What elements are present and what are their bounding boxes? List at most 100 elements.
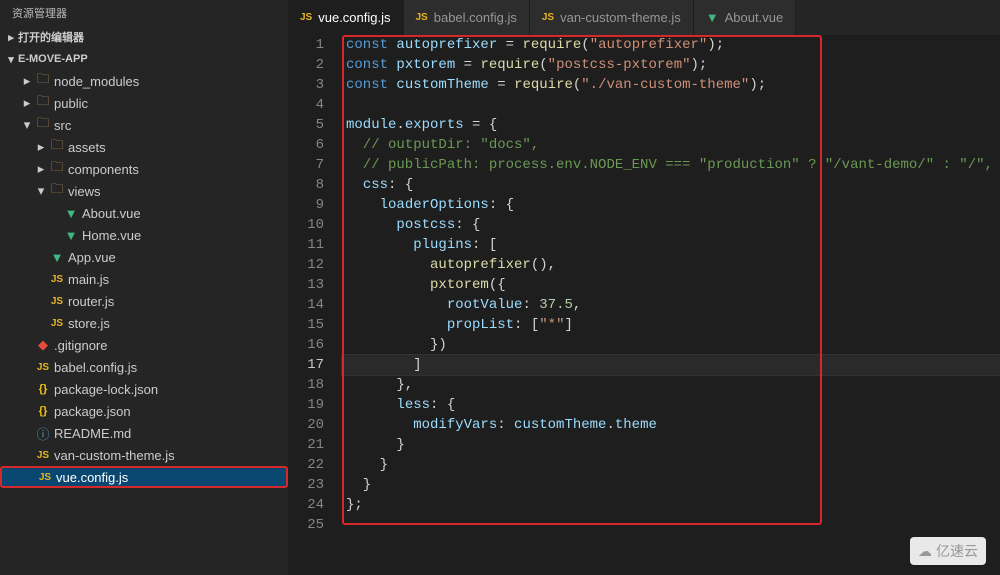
tree-item-label: assets	[68, 140, 106, 155]
line-number: 10	[288, 215, 324, 235]
code-line[interactable]: module.exports = {	[342, 115, 1000, 135]
code-line[interactable]: // publicPath: process.env.NODE_ENV === …	[342, 155, 1000, 175]
chevron-icon: ▾	[20, 117, 34, 133]
line-number: 20	[288, 415, 324, 435]
code-line[interactable]: }	[342, 455, 1000, 475]
code-line[interactable]: propList: ["*"]	[342, 315, 1000, 335]
line-number: 23	[288, 475, 324, 495]
tree-item-label: src	[54, 118, 71, 133]
code-line[interactable]: pxtorem({	[342, 275, 1000, 295]
line-number: 19	[288, 395, 324, 415]
tab-label: van-custom-theme.js	[560, 10, 681, 25]
chevron-icon: ▸	[34, 139, 48, 155]
file-item[interactable]: ▼About.vue	[0, 202, 288, 224]
code-line[interactable]: },	[342, 375, 1000, 395]
tree-item-label: package.json	[54, 404, 131, 419]
code-content[interactable]: const autoprefixer = require("autoprefix…	[338, 35, 1000, 575]
code-line[interactable]: // outputDir: "docs",	[342, 135, 1000, 155]
folder-item[interactable]: ▸🗀node_modules	[0, 70, 288, 92]
line-gutter: 1234567891011121314151617181920212223242…	[288, 35, 338, 575]
chevron-icon: ▸	[20, 95, 34, 111]
line-number: 4	[288, 95, 324, 115]
file-item[interactable]: ▼App.vue	[0, 246, 288, 268]
code-line[interactable]: less: {	[342, 395, 1000, 415]
tree-item-label: About.vue	[82, 206, 141, 221]
code-line[interactable]: }	[342, 475, 1000, 495]
file-item[interactable]: ◆.gitignore	[0, 334, 288, 356]
code-line[interactable]: };	[342, 495, 1000, 515]
code-line[interactable]	[342, 515, 1000, 535]
tree-item-label: public	[54, 96, 88, 111]
line-number: 16	[288, 335, 324, 355]
line-number: 3	[288, 75, 324, 95]
tab-label: babel.config.js	[434, 10, 517, 25]
tree-item-label: babel.config.js	[54, 360, 137, 375]
file-item[interactable]: ▼Home.vue	[0, 224, 288, 246]
folder-item[interactable]: ▸🗀components	[0, 158, 288, 180]
folder-item[interactable]: ▸🗀assets	[0, 136, 288, 158]
code-line[interactable]: css: {	[342, 175, 1000, 195]
tree-item-label: Home.vue	[82, 228, 141, 243]
code-line[interactable]: autoprefixer(),	[342, 255, 1000, 275]
code-line[interactable]: modifyVars: customTheme.theme	[342, 415, 1000, 435]
tree-item-label: vue.config.js	[56, 470, 128, 485]
code-line[interactable]: postcss: {	[342, 215, 1000, 235]
editor-tab[interactable]: ▼About.vue	[694, 0, 796, 35]
code-line[interactable]: const autoprefixer = require("autoprefix…	[342, 35, 1000, 55]
folder-item[interactable]: ▸🗀public	[0, 92, 288, 114]
tree-item-label: van-custom-theme.js	[54, 448, 175, 463]
code-line[interactable]: plugins: [	[342, 235, 1000, 255]
tree-item-label: .gitignore	[54, 338, 107, 353]
line-number: 1	[288, 35, 324, 55]
folder-item[interactable]: ▾🗀src	[0, 114, 288, 136]
file-item[interactable]: JSrouter.js	[0, 290, 288, 312]
code-line[interactable]: ]	[342, 355, 1000, 375]
code-line[interactable]: rootValue: 37.5,	[342, 295, 1000, 315]
watermark: ☁ 亿速云	[910, 537, 986, 565]
tree-item-label: components	[68, 162, 139, 177]
tree-item-label: views	[68, 184, 101, 199]
file-item[interactable]: JSmain.js	[0, 268, 288, 290]
tree-item-label: README.md	[54, 426, 131, 441]
explorer-sidebar: 资源管理器 ▸ 打开的编辑器 ▾ E-MOVE-APP ▸🗀node_modul…	[0, 0, 288, 575]
code-line[interactable]: }	[342, 435, 1000, 455]
line-number: 13	[288, 275, 324, 295]
line-number: 18	[288, 375, 324, 395]
file-item[interactable]: JSvan-custom-theme.js	[0, 444, 288, 466]
editor-tab[interactable]: JSvue.config.js	[288, 0, 404, 35]
file-tree: ▸🗀node_modules▸🗀public▾🗀src▸🗀assets▸🗀com…	[0, 70, 288, 575]
explorer-title: 资源管理器	[0, 0, 288, 26]
line-number: 22	[288, 455, 324, 475]
open-editors-label: 打开的编辑器	[18, 29, 84, 45]
cloud-icon: ☁	[918, 543, 932, 560]
file-item[interactable]: JSstore.js	[0, 312, 288, 334]
project-label: E-MOVE-APP	[18, 53, 88, 65]
line-number: 25	[288, 515, 324, 535]
line-number: 17	[288, 355, 324, 375]
tab-label: About.vue	[725, 10, 784, 25]
file-item[interactable]: {}package-lock.json	[0, 378, 288, 400]
code-line[interactable]: const pxtorem = require("postcss-pxtorem…	[342, 55, 1000, 75]
code-line[interactable]: const customTheme = require("./van-custo…	[342, 75, 1000, 95]
line-number: 9	[288, 195, 324, 215]
tree-item-label: package-lock.json	[54, 382, 158, 397]
editor-tab[interactable]: JSvan-custom-theme.js	[530, 0, 694, 35]
file-item[interactable]: {}package.json	[0, 400, 288, 422]
tree-item-label: node_modules	[54, 74, 139, 89]
folder-item[interactable]: ▾🗀views	[0, 180, 288, 202]
line-number: 5	[288, 115, 324, 135]
file-item[interactable]: JSvue.config.js	[0, 466, 288, 488]
editor-pane: JSvue.config.jsJSbabel.config.jsJSvan-cu…	[288, 0, 1000, 575]
tab-label: vue.config.js	[318, 10, 390, 25]
editor-tabs: JSvue.config.jsJSbabel.config.jsJSvan-cu…	[288, 0, 1000, 35]
editor-tab[interactable]: JSbabel.config.js	[404, 0, 530, 35]
line-number: 11	[288, 235, 324, 255]
file-item[interactable]: ⓘREADME.md	[0, 422, 288, 444]
code-line[interactable]: })	[342, 335, 1000, 355]
open-editors-section[interactable]: ▸ 打开的编辑器	[0, 26, 288, 48]
code-line[interactable]	[342, 95, 1000, 115]
project-section[interactable]: ▾ E-MOVE-APP	[0, 48, 288, 70]
code-line[interactable]: loaderOptions: {	[342, 195, 1000, 215]
line-number: 2	[288, 55, 324, 75]
file-item[interactable]: JSbabel.config.js	[0, 356, 288, 378]
